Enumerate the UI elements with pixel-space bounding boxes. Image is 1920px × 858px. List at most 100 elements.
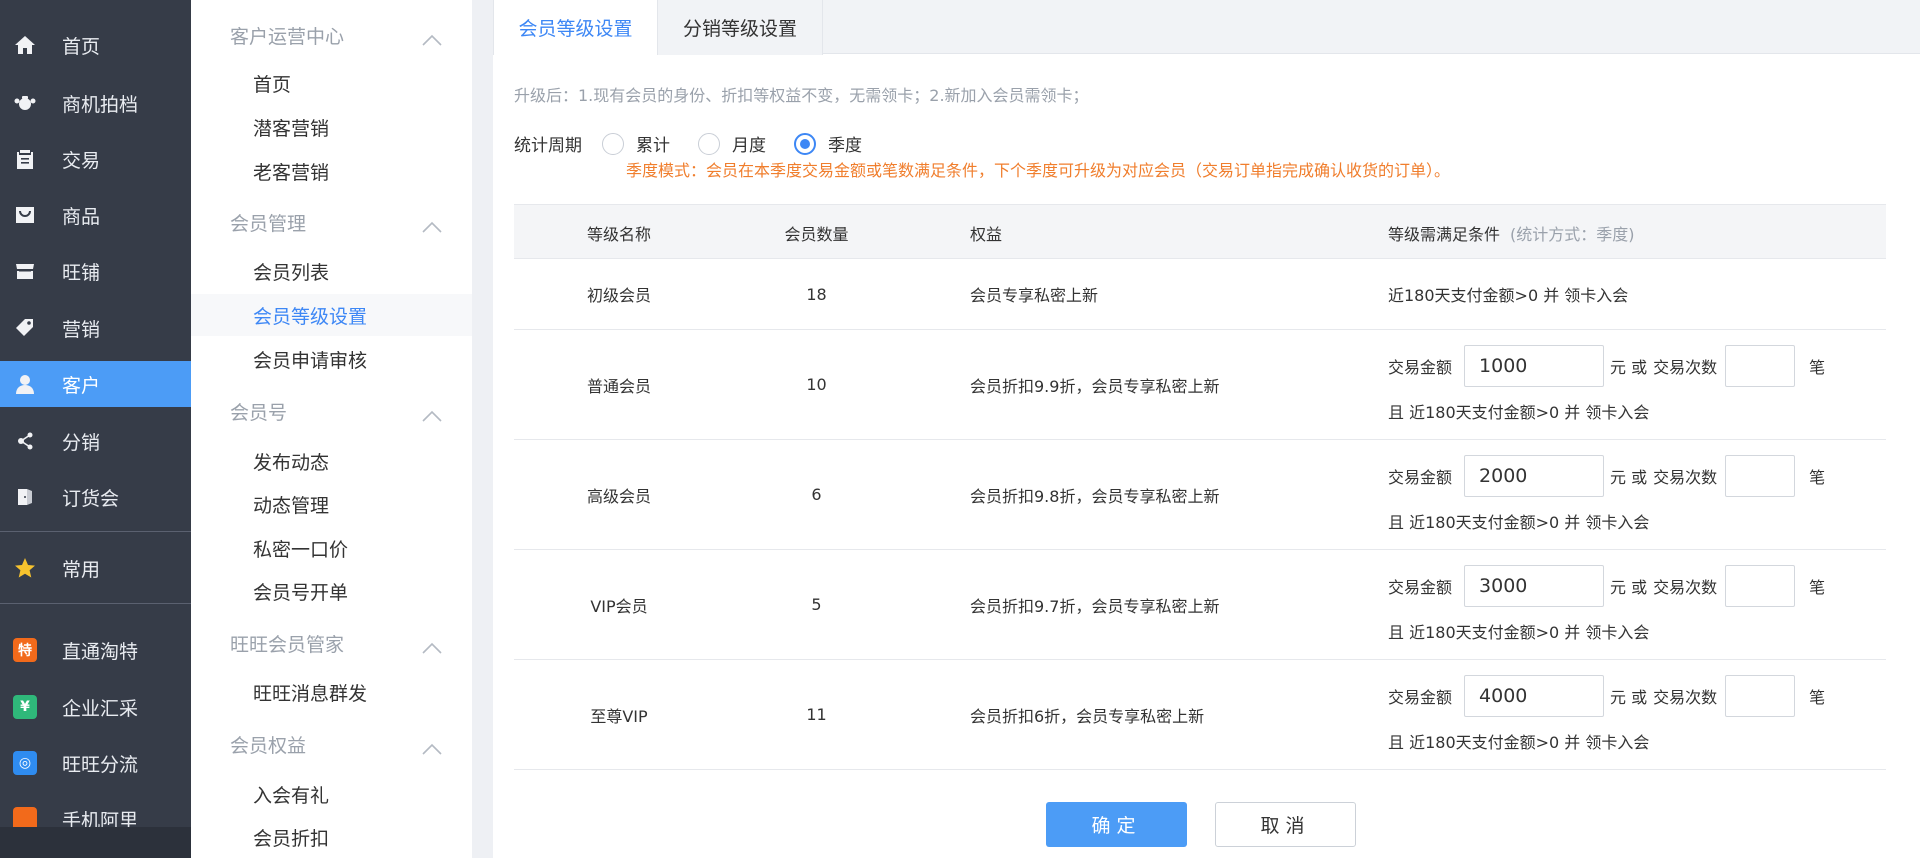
nav-item-7[interactable]: 分销 [0,418,191,464]
benefit-cell: 会员折扣9.7折，会员专享私密上新 [970,596,1220,616]
primary-sidebar: 首页 商机拍档 交易 商品 旺铺 营销 客户 分销 订货会 常用特直通淘特 ¥ 企业汇采 ◎ 旺旺分流 手机… [0,0,191,858]
nav-divider [0,603,191,604]
condition-line-2: 且 近180天支付金额>0 并 领卡入会 [1388,513,1650,532]
radio-button[interactable] [602,132,624,155]
nav-item-label: 营销 [62,318,101,341]
menu-item[interactable]: 会员号开单 [191,570,472,612]
nav-item-11[interactable]: ¥ 企业汇采 [0,684,191,730]
te-badge-icon: 特 [12,637,38,663]
benefit-cell: 会员专享私密上新 [970,286,1099,305]
table-row: VIP会员 5 会员折扣9.7折，会员专享私密上新 交易金额 元 或交易次数 笔且 近18… [514,550,1886,660]
count-input[interactable] [1725,345,1796,387]
wangwang-badge-icon: ◎ [12,750,38,776]
menu-group-title: 会员管理 [230,212,307,235]
amount-input[interactable] [1464,565,1605,607]
nav-item-label: 交易 [62,149,101,172]
menu-item[interactable]: 老客营销 [191,150,472,192]
radio-button[interactable] [794,132,816,155]
unit-or-label: 元 或 [1610,468,1648,487]
radio-option-cumulative[interactable]: 累计 [602,131,670,156]
amount-input[interactable] [1464,675,1605,717]
cancel-button[interactable]: 取消 [1215,802,1356,847]
period-label: 统计周期 [514,136,582,156]
table-header: 等级名称 会员数量 权益 等级需满足条件 (统计方式：季度) [514,204,1886,259]
menu-group-header[interactable]: 会员号 [191,394,472,428]
handshake-icon [12,90,38,116]
benefit-cell: 会员折扣6折，会员专享私密上新 [970,706,1205,726]
clipboard-icon [12,146,38,172]
nav-divider [0,531,191,532]
count-input[interactable] [1725,565,1796,607]
menu-item[interactable]: 入会有礼 [191,773,472,815]
header-condition: 等级需满足条件 (统计方式：季度) [1388,205,1635,260]
table-row: 至尊VIP 11 会员折扣6折，会员专享私密上新 交易金额 元 或交易次数 笔且 近180… [514,660,1886,770]
header-condition-label: 等级需满足条件 [1388,224,1501,244]
count-input[interactable] [1725,675,1796,717]
menu-group-header[interactable]: 客户运营中心 [191,18,472,52]
count-input[interactable] [1725,455,1796,497]
tab-distribution-level-settings[interactable]: 分销等级设置 [658,0,823,55]
table-row: 普通会员 10 会员折扣9.9折，会员专享私密上新 交易金额 元 或交易次数 笔且 近18… [514,330,1886,440]
nav-item-8[interactable]: 订货会 [0,474,191,520]
home-icon [12,32,38,58]
menu-item[interactable]: 潜客营销 [191,106,472,148]
menu-group-header[interactable]: 会员管理 [191,205,472,239]
radio-option-quarterly[interactable]: 季度 [794,131,862,156]
nav-item-label: 旺铺 [62,261,101,284]
nav-item-9[interactable]: 常用 [0,545,191,591]
count-label: 交易次数 [1653,688,1718,707]
nav-item-1[interactable]: 商机拍档 [0,80,191,126]
nav-item-5[interactable]: 营销 [0,305,191,351]
table-row: 高级会员 6 会员折扣9.8折，会员专享私密上新 交易金额 元 或交易次数 笔且 近180… [514,440,1886,550]
tab-bar: 会员等级设置 分销等级设置 [493,0,1920,55]
chevron-up-icon [422,738,442,755]
menu-item[interactable]: 旺旺消息群发 [191,671,472,713]
chevron-up-icon [422,216,442,233]
count-label: 交易次数 [1653,578,1718,597]
nav-item-3[interactable]: 商品 [0,192,191,238]
nav-item-2[interactable]: 交易 [0,136,191,182]
condition-cell: 交易金额 元 或交易次数 笔且 近180天支付金额>0 并 领卡入会 [1388,345,1825,423]
amount-label: 交易金额 [1388,358,1453,377]
nav-item-label: 首页 [62,35,101,58]
tab-member-level-settings[interactable]: 会员等级设置 [493,0,658,55]
amount-input[interactable] [1464,455,1605,497]
nav-item-4[interactable]: 旺铺 [0,248,191,294]
upgrade-notice: 升级后：1.现有会员的身份、折扣等权益不变，无需领卡；2.新加入会员需领卡； [514,86,1089,105]
menu-item[interactable]: 首页 [191,62,472,104]
nav-item-12[interactable]: ◎ 旺旺分流 [0,740,191,786]
condition-cell: 交易金额 元 或交易次数 笔且 近180天支付金额>0 并 领卡入会 [1388,455,1825,533]
count-unit: 笔 [1809,468,1826,487]
chevron-up-icon [422,405,442,422]
member-count-cell: 6 [811,485,822,504]
nav-item-0[interactable]: 首页 [0,22,191,68]
radio-option-monthly[interactable]: 月度 [698,131,766,156]
count-unit: 笔 [1809,688,1826,707]
table-body: 初级会员 18 会员专享私密上新 近180天支付金额>0 并 领卡入会 普通会员 10 会员… [514,259,1886,770]
menu-item[interactable]: 会员申请审核 [191,338,472,380]
nav-item-10[interactable]: 特 直通淘特 [0,627,191,673]
nav-item-label: 客户 [62,374,101,397]
main-panel: 会员等级设置 分销等级设置 升级后：1.现有会员的身份、折扣等权益不变，无需领卡… [493,0,1920,858]
condition-line-1: 交易金额 元 或交易次数 笔 [1388,675,1825,717]
menu-item[interactable]: 动态管理 [191,483,472,525]
condition-line-2: 且 近180天支付金额>0 并 领卡入会 [1388,733,1650,752]
radio-button[interactable] [698,132,720,155]
bag-icon [12,202,38,228]
menu-item[interactable]: 会员列表 [191,250,472,292]
amount-input[interactable] [1464,345,1605,387]
nav-item-6[interactable]: 客户 [0,361,191,407]
menu-group-header[interactable]: 旺旺会员管家 [191,626,472,660]
member-count-cell: 11 [806,705,827,724]
menu-item[interactable]: 会员折扣 [191,816,472,858]
menu-item[interactable]: 发布动态 [191,440,472,482]
period-row: 统计周期 累计 月度 季度 [514,131,890,156]
menu-group-title: 客户运营中心 [230,25,345,48]
menu-item[interactable]: 私密一口价 [191,527,472,569]
nav-item-label: 分销 [62,431,101,454]
menu-item[interactable]: 会员等级设置 [191,294,472,336]
star-icon [12,555,38,581]
amount-label: 交易金额 [1388,468,1453,487]
confirm-button[interactable]: 确定 [1046,802,1187,847]
menu-group-header[interactable]: 会员权益 [191,727,472,761]
